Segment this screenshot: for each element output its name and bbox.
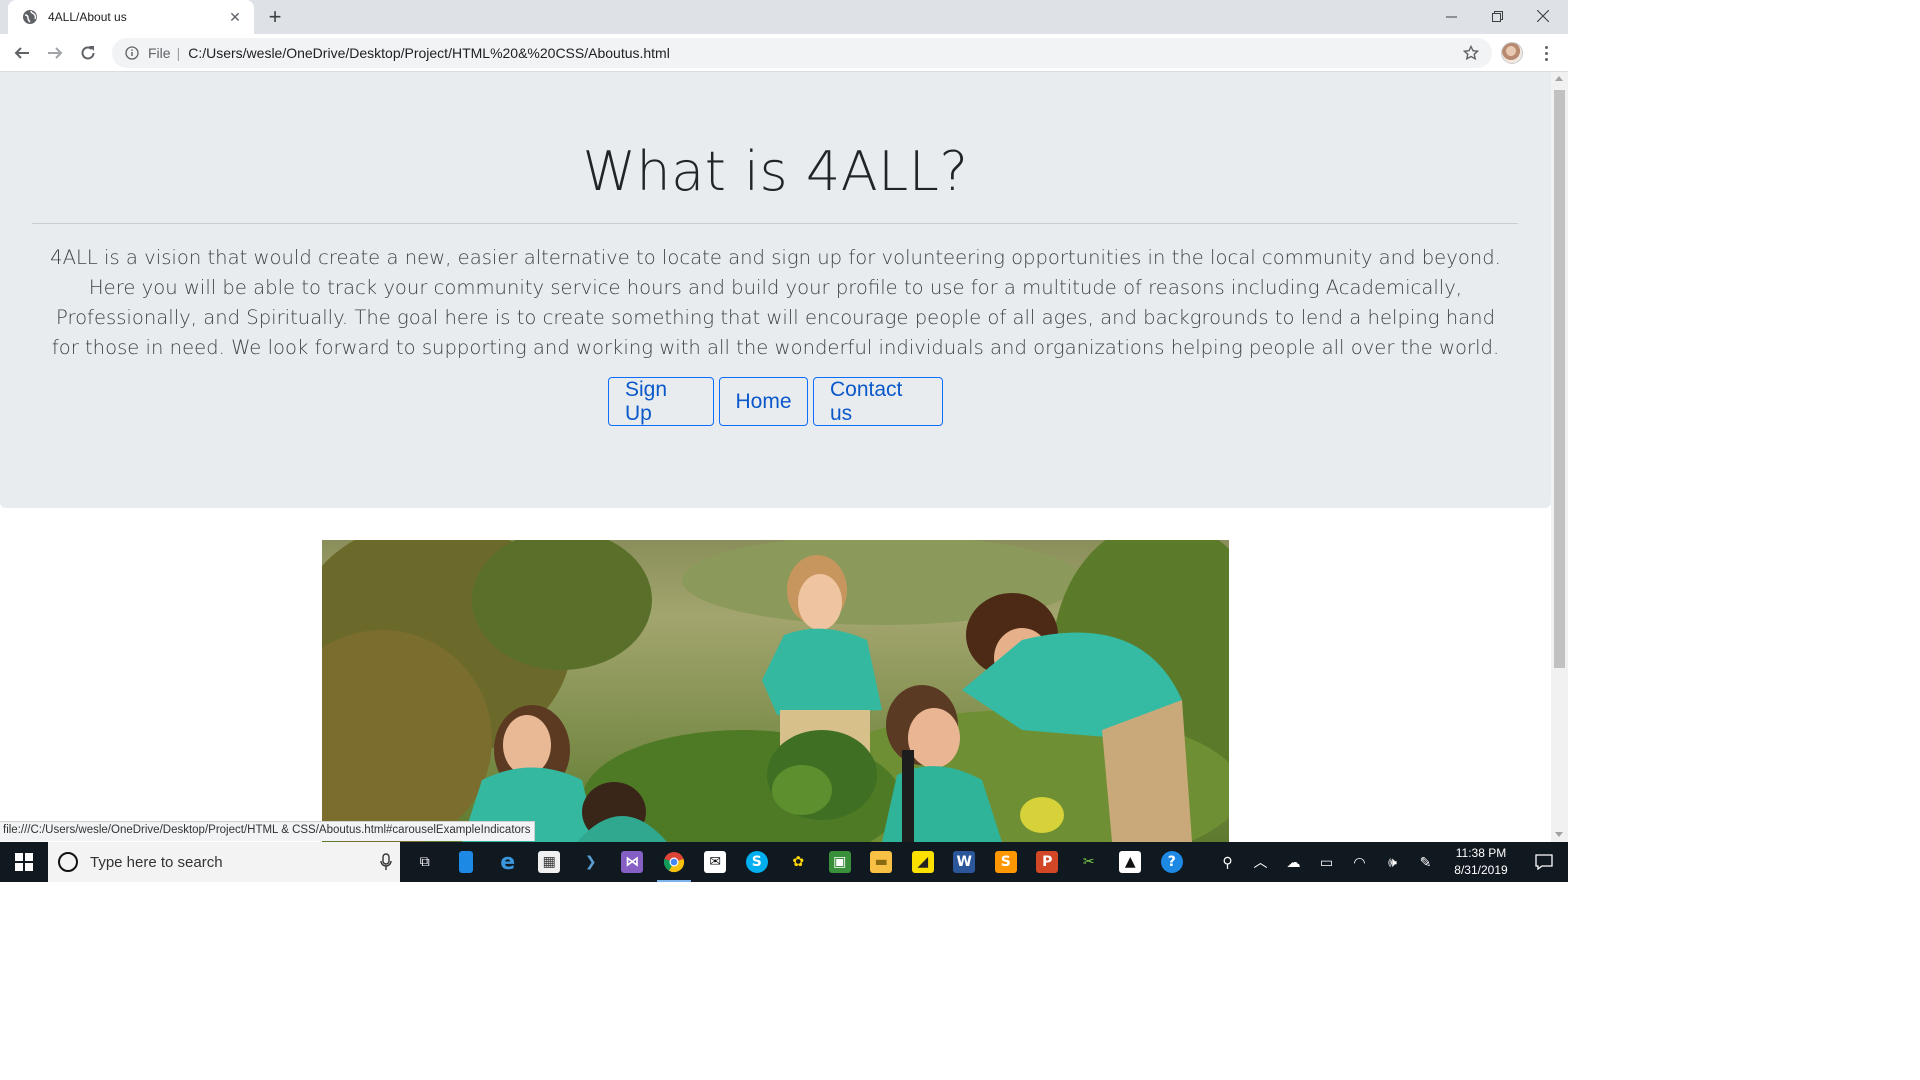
powershell-icon[interactable]: ❯ (570, 842, 612, 882)
tab-strip: 4ALL/About us ✕ + (0, 0, 1568, 34)
sign-up-button[interactable]: Sign Up (608, 377, 714, 426)
close-window-button[interactable] (1520, 0, 1566, 32)
lead-paragraph: 4ALL is a vision that would create a new… (50, 246, 1501, 359)
paint-icon[interactable]: ✿ (778, 842, 820, 882)
file-explorer-icon[interactable]: ▬ (861, 842, 903, 882)
taskbar-search[interactable]: Type here to search (48, 842, 400, 882)
clock-time: 11:38 PM (1455, 846, 1507, 860)
jumbotron: What is 4ALL? 4ALL is a vision that woul… (0, 72, 1551, 508)
people-icon[interactable]: ⚲ (1211, 842, 1244, 882)
photos-icon[interactable]: ▲ (1110, 842, 1152, 882)
scheme-label: File (148, 45, 171, 61)
chrome-icon[interactable] (653, 842, 695, 882)
word-icon[interactable]: W (944, 842, 986, 882)
start-button[interactable] (0, 842, 48, 882)
scroll-down-arrow-icon[interactable] (1555, 832, 1563, 837)
info-icon[interactable] (124, 45, 140, 61)
visual-studio-icon[interactable]: ⋈ (612, 842, 654, 882)
battery-icon[interactable]: ▭ (1310, 842, 1343, 882)
show-hidden-icons-icon[interactable]: ︿ (1244, 842, 1277, 882)
sublime-icon[interactable]: S (985, 842, 1027, 882)
home-button[interactable]: Home (719, 377, 808, 426)
mail-icon[interactable]: ✉ (695, 842, 737, 882)
carousel-image[interactable] (322, 540, 1229, 842)
globe-icon (22, 9, 38, 25)
page-viewport: What is 4ALL? 4ALL is a vision that woul… (0, 72, 1551, 842)
contact-us-button[interactable]: Contact us (813, 377, 943, 426)
skype-icon[interactable]: S (736, 842, 778, 882)
status-url-bubble: file:///C:/Users/wesle/OneDrive/Desktop/… (0, 821, 535, 841)
system-tray: ⚲ ︿ ☁ ▭ ◠ 🕪 ✎ 11:38 PM 8/31/2019 (1211, 842, 1568, 882)
microphone-icon[interactable] (372, 847, 400, 877)
camera-icon[interactable]: ▣ (819, 842, 861, 882)
button-group: Sign Up Home Contact us (0, 377, 1551, 426)
profile-avatar[interactable] (1501, 42, 1523, 64)
search-placeholder: Type here to search (90, 853, 223, 871)
tab-title: 4ALL/About us (48, 10, 127, 24)
minimize-button[interactable] (1428, 0, 1474, 32)
taskbar-clock[interactable]: 11:38 PM 8/31/2019 (1442, 845, 1520, 879)
clock-date: 8/31/2019 (1454, 863, 1508, 877)
scroll-up-arrow-icon[interactable] (1555, 76, 1563, 81)
browser-menu-icon[interactable] (1536, 42, 1556, 64)
page-scrollbar[interactable] (1551, 72, 1568, 842)
browser-tab[interactable]: 4ALL/About us ✕ (8, 0, 254, 34)
reload-button[interactable] (74, 39, 102, 67)
powerpoint-icon[interactable]: P (1027, 842, 1069, 882)
windows-taskbar: Type here to search ⧉ e ▦ ❯ ⋈ ✉ S ✿ ▣ ▬ … (0, 842, 1568, 882)
snip-icon[interactable]: ✂ (1068, 842, 1110, 882)
task-view-icon[interactable]: ⧉ (404, 842, 446, 882)
taskbar-apps: ⧉ e ▦ ❯ ⋈ ✉ S ✿ ▣ ▬ ◢ W S P ✂ ▲ ? (404, 842, 1193, 882)
forward-button[interactable] (41, 39, 69, 67)
sticky-notes-icon[interactable]: ◢ (902, 842, 944, 882)
onedrive-icon[interactable]: ☁ (1277, 842, 1310, 882)
pen-icon[interactable]: ✎ (1409, 842, 1442, 882)
scroll-thumb[interactable] (1554, 90, 1565, 668)
bookmark-star-icon[interactable] (1462, 44, 1480, 62)
cortana-icon (58, 852, 78, 872)
wifi-icon[interactable]: ◠ (1343, 842, 1376, 882)
divider (32, 223, 1518, 224)
new-tab-button[interactable]: + (262, 4, 288, 29)
store-icon[interactable]: ▦ (529, 842, 571, 882)
close-tab-icon[interactable]: ✕ (226, 8, 244, 26)
page-heading: What is 4ALL? (582, 140, 969, 203)
notifications-icon[interactable] (1520, 842, 1568, 882)
url-text[interactable]: C:/Users/wesle/OneDrive/Desktop/Project/… (188, 45, 1462, 61)
file-icon[interactable] (446, 842, 488, 882)
browser-toolbar: File | C:/Users/wesle/OneDrive/Desktop/P… (0, 34, 1568, 72)
help-icon[interactable]: ? (1151, 842, 1193, 882)
volume-icon[interactable]: 🕪 (1376, 842, 1409, 882)
address-bar[interactable]: File | C:/Users/wesle/OneDrive/Desktop/P… (112, 38, 1492, 68)
windows-logo-icon (15, 853, 33, 871)
back-button[interactable] (8, 39, 36, 67)
restore-button[interactable] (1474, 0, 1520, 32)
scheme-separator: | (176, 45, 181, 61)
edge-icon[interactable]: e (487, 842, 529, 882)
